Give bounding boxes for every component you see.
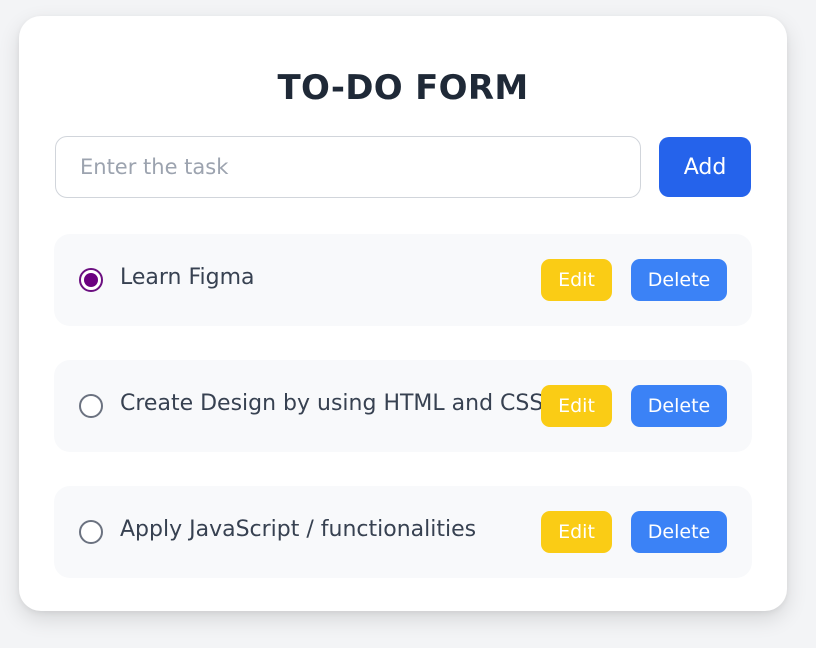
page-title: TO-DO FORM — [277, 68, 529, 108]
todo-item: Create Design by using HTML and CSS Edit… — [54, 360, 752, 452]
task-radio[interactable] — [79, 268, 103, 292]
edit-button[interactable]: Edit — [541, 511, 612, 553]
task-text: Learn Figma — [120, 265, 255, 290]
task-input[interactable] — [55, 136, 641, 198]
todo-item: Learn Figma Edit Delete — [54, 234, 752, 326]
task-radio[interactable] — [79, 520, 103, 544]
task-text: Apply JavaScript / functionalities — [120, 517, 477, 542]
edit-button[interactable]: Edit — [541, 259, 612, 301]
task-radio[interactable] — [79, 394, 103, 418]
delete-button[interactable]: Delete — [631, 511, 727, 553]
task-text: Create Design by using HTML and CSS — [120, 391, 544, 416]
todo-card: TO-DO FORM Add Learn Figma Edit Delete C… — [19, 16, 787, 611]
todo-item: Apply JavaScript / functionalities Edit … — [54, 486, 752, 578]
delete-button[interactable]: Delete — [631, 259, 727, 301]
edit-button[interactable]: Edit — [541, 385, 612, 427]
delete-button[interactable]: Delete — [631, 385, 727, 427]
add-button[interactable]: Add — [659, 137, 751, 197]
todo-list: Learn Figma Edit Delete Create Design by… — [54, 234, 752, 612]
